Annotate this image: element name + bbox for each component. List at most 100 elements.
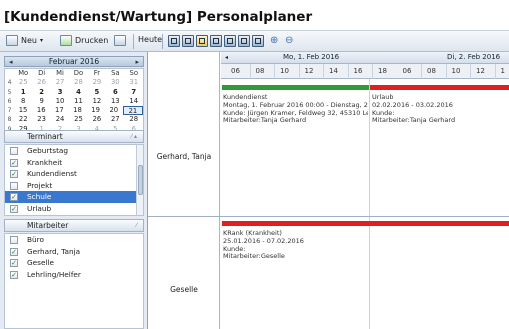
appointment-urlaub[interactable]: Urlaub 02.02.2016 - 03.02.2016 Kunde: Mi…	[372, 94, 509, 125]
calendar-day[interactable]: 25	[14, 78, 32, 87]
calendar-day[interactable]: 30	[106, 78, 124, 87]
calendar-day[interactable]: 22	[14, 115, 32, 124]
view-21-day-button[interactable]	[238, 35, 250, 47]
terminart-item[interactable]: ✓ Urlaub	[5, 203, 143, 215]
checkbox[interactable]	[10, 236, 18, 244]
zoom-in-button[interactable]: ⊕	[270, 35, 278, 46]
checkbox[interactable]	[10, 147, 18, 155]
page-setup-button[interactable]	[114, 35, 126, 46]
calendar-day[interactable]: 1	[14, 88, 32, 97]
mitarbeiter-item[interactable]: ✓ Lehrling/Helfer	[5, 269, 143, 281]
checkbox[interactable]	[10, 181, 18, 190]
calendar-day[interactable]: 27	[51, 78, 69, 87]
calendar-day[interactable]: 29	[88, 78, 106, 87]
window-title: [Kundendienst/Wartung] Personalplaner	[0, 0, 509, 30]
calendar-day[interactable]: 3	[51, 88, 69, 97]
hour-label: 14	[329, 67, 338, 75]
week-number[interactable]: 6	[5, 97, 14, 106]
calendar-day[interactable]: 24	[51, 115, 69, 124]
calendar-day[interactable]: 15	[14, 106, 32, 115]
today-button[interactable]: Heute	[138, 35, 162, 44]
prev-day-arrow-icon[interactable]: ◂	[225, 52, 228, 63]
terminart-item[interactable]: Projekt	[5, 180, 143, 192]
terminart-item[interactable]: Geburtstag	[5, 145, 143, 157]
calendar-day[interactable]: 11	[69, 97, 87, 106]
terminart-item[interactable]: ✓ Krankheit	[5, 157, 143, 169]
prev-month-arrow-icon[interactable]: ◂	[9, 57, 13, 67]
checkbox[interactable]: ✓	[10, 204, 18, 213]
appointment-krankheit[interactable]: KRank (Krankheit) 25.01.2016 - 07.02.201…	[223, 230, 508, 261]
appointment-kundendienst[interactable]: Kundendienst Montag, 1. Februar 2016 00:…	[223, 94, 368, 125]
week-number[interactable]: 5	[5, 88, 14, 97]
hour-header: 06 08 10 12 14 16 18 06 08 10 12 1	[221, 64, 509, 79]
terminart-scrollbar[interactable]	[136, 145, 143, 215]
view-work-week-button[interactable]	[196, 35, 208, 47]
view-1-day-button[interactable]	[168, 35, 180, 47]
terminart-item[interactable]: ✓ Kundendienst	[5, 168, 143, 180]
panel-pin-icon[interactable]: ⁄	[136, 220, 137, 232]
month-label: Februar 2016	[48, 57, 100, 66]
view-7-day-button[interactable]	[210, 35, 222, 47]
week-number[interactable]: 7	[5, 106, 14, 115]
view-14-day-button[interactable]	[224, 35, 236, 47]
scrollbar-thumb[interactable]	[138, 165, 143, 195]
calendar-day[interactable]: 4	[69, 88, 87, 97]
calendar-day[interactable]: 26	[32, 78, 50, 87]
mitarbeiter-item[interactable]: Büro	[5, 234, 143, 246]
weekday-header: Sa	[111, 69, 120, 77]
calendar-day[interactable]: 14	[125, 97, 143, 106]
panel-pin-icon[interactable]: ⁄ ▴	[131, 131, 137, 143]
calendar-day[interactable]: 18	[68, 106, 86, 115]
checkbox[interactable]: ✓	[10, 259, 18, 268]
calendar-day[interactable]: 12	[88, 97, 106, 106]
calendar-day[interactable]: 6	[106, 88, 124, 97]
calendar-day[interactable]: 5	[88, 88, 106, 97]
hour-label: 06	[402, 67, 412, 75]
new-button[interactable]: Neu ▾	[6, 35, 43, 46]
calendar-day[interactable]: 27	[106, 115, 124, 124]
terminart-item-label: Projekt	[27, 180, 53, 190]
calendar-day[interactable]: 16	[32, 106, 50, 115]
calendar-day[interactable]: 26	[88, 115, 106, 124]
checkbox[interactable]: ✓	[10, 158, 18, 167]
view-31-day-button[interactable]	[252, 35, 264, 47]
calendar-day[interactable]: 8	[14, 97, 32, 106]
calendar-day[interactable]: 23	[32, 115, 50, 124]
calendar-day[interactable]: 19	[87, 106, 105, 115]
calendar-day[interactable]: 13	[106, 97, 124, 106]
mitarbeiter-item-label: Lehrling/Helfer	[27, 269, 81, 279]
calendar-day[interactable]: 10	[51, 97, 69, 106]
mitarbeiter-item[interactable]: ✓ Geselle	[5, 257, 143, 269]
checkbox[interactable]: ✓	[10, 247, 18, 256]
terminart-item[interactable]: ✓ Schule	[5, 191, 143, 203]
calendar-day[interactable]: 20	[105, 106, 123, 115]
calendar-day[interactable]: 28	[69, 78, 87, 87]
checkbox[interactable]: ✓	[10, 170, 18, 179]
terminart-panel-header[interactable]: Terminart ⁄ ▴	[4, 130, 144, 143]
calendar-day[interactable]: 9	[32, 97, 50, 106]
calendar-day[interactable]: 28	[125, 115, 143, 124]
next-month-arrow-icon[interactable]: ▸	[135, 57, 139, 67]
mini-calendar[interactable]: Mo Di Mi Do Fr Sa So 4 25 26 27 28 29 30 31 5 1 2 3…	[4, 68, 144, 136]
hour-label: 08	[427, 67, 436, 75]
week-number[interactable]: 8	[5, 115, 14, 124]
zoom-out-button[interactable]: ⊖	[285, 35, 293, 46]
terminart-item-label: Geburtstag	[27, 146, 69, 155]
calendar-day[interactable]: 7	[125, 88, 143, 97]
mitarbeiter-item[interactable]: ✓ Gerhard, Tanja	[5, 246, 143, 258]
view-5-day-button[interactable]	[182, 35, 194, 47]
week-number[interactable]: 4	[5, 78, 14, 87]
calendar-day[interactable]: 25	[69, 115, 87, 124]
mitarbeiter-panel-header[interactable]: Mitarbeiter ⁄	[4, 219, 144, 232]
mitarbeiter-item-label: Büro	[27, 235, 44, 244]
hour-tick	[470, 64, 471, 79]
hour-label: 12	[304, 67, 314, 75]
print-button[interactable]: Drucken	[60, 35, 108, 46]
calendar-day[interactable]: 17	[50, 106, 68, 115]
checkbox[interactable]: ✓	[10, 270, 18, 279]
calendar-day[interactable]: 31	[125, 78, 143, 87]
sidebar: ◂ Februar 2016 ▸ Mo Di Mi Do Fr Sa So 42…	[0, 52, 148, 329]
checkbox[interactable]: ✓	[10, 193, 18, 202]
calendar-day[interactable]: 2	[32, 88, 50, 97]
calendar-day[interactable]: 21	[122, 106, 143, 116]
